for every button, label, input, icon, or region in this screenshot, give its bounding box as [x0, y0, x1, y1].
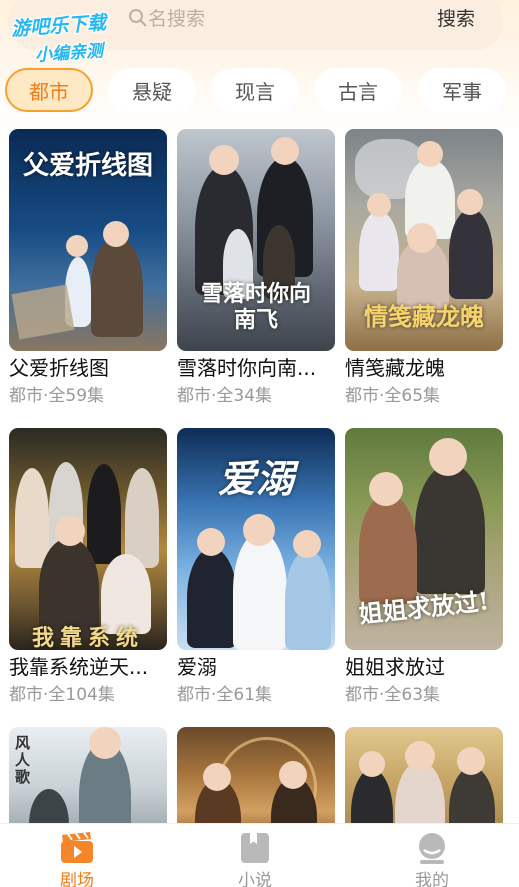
drama-card[interactable]: 爱溺 爱溺 都市·全61集 [177, 428, 335, 706]
search-input[interactable]: 名搜索 [148, 4, 205, 31]
poster-title: 父爱折线图 [22, 151, 153, 181]
drama-title: 姐姐求放过 [345, 655, 445, 679]
clapperboard-icon [61, 832, 93, 863]
bottom-nav: 剧场 小说 我的 [0, 823, 519, 887]
tab-guyan[interactable]: 古言 [314, 68, 402, 112]
drama-poster: 情笺藏龙魄 [345, 129, 503, 351]
search-button[interactable]: 搜索 [437, 4, 475, 31]
nav-novel[interactable]: 小说 [215, 832, 295, 887]
drama-title: 情笺藏龙魄 [345, 356, 445, 380]
drama-poster: 雪落时你向南飞 [177, 129, 335, 351]
drama-card[interactable]: 父爱折线图 父爱折线图 都市·全59集 [9, 129, 167, 407]
drama-meta: 都市·全61集 [177, 685, 273, 705]
nav-label: 我的 [415, 871, 449, 887]
tab-xuanyi[interactable]: 悬疑 [108, 68, 196, 112]
drama-meta: 都市·全65集 [345, 386, 441, 406]
drama-meta: 都市·全104集 [9, 685, 115, 705]
tab-dushi[interactable]: 都市 [5, 68, 93, 112]
drama-meta: 都市·全59集 [9, 386, 105, 406]
poster-title: 情笺藏龙魄 [364, 302, 484, 331]
nav-mine[interactable]: 我的 [392, 832, 472, 887]
watermark-logo: 游吧乐下载 小编亲测 [10, 6, 142, 71]
drama-poster: 爱溺 [177, 428, 335, 650]
drama-meta: 都市·全63集 [345, 685, 441, 705]
tab-junshi[interactable]: 军事 [418, 68, 506, 112]
top-bar: 名搜索 搜索 游吧乐下载 小编亲测 [0, 0, 519, 66]
drama-title: 雪落时你向南... [177, 356, 317, 380]
drama-title: 父爱折线图 [9, 356, 109, 380]
drama-poster: 我靠系统 [9, 428, 167, 650]
drama-meta: 都市·全34集 [177, 386, 273, 406]
nav-theater[interactable]: 剧场 [37, 832, 117, 887]
drama-card[interactable]: 姐姐求放过! 姐姐求放过 都市·全63集 [345, 428, 503, 706]
poster-title: 我靠系统 [31, 625, 144, 650]
category-tabs: 都市 悬疑 现言 古言 军事 [0, 68, 519, 114]
book-icon [241, 833, 269, 863]
drama-card[interactable]: 我靠系统 我靠系统逆天... 都市·全104集 [9, 428, 167, 706]
nav-label: 剧场 [60, 871, 94, 887]
drama-card[interactable]: 情笺藏龙魄 情笺藏龙魄 都市·全65集 [345, 129, 503, 407]
drama-poster: 父爱折线图 [9, 129, 167, 351]
poster-title: 爱溺 [217, 456, 294, 501]
nav-label: 小说 [238, 871, 272, 887]
poster-title: 雪落时你向南飞 [201, 281, 312, 333]
profile-icon [419, 833, 445, 864]
drama-poster: 姐姐求放过! [345, 428, 503, 650]
drama-title: 我靠系统逆天... [9, 655, 149, 679]
poster-title: 风人歌 [15, 734, 31, 786]
drama-title: 爱溺 [177, 655, 217, 679]
drama-card[interactable]: 雪落时你向南飞 雪落时你向南... 都市·全34集 [177, 129, 335, 407]
tab-xianyan[interactable]: 现言 [211, 68, 299, 112]
